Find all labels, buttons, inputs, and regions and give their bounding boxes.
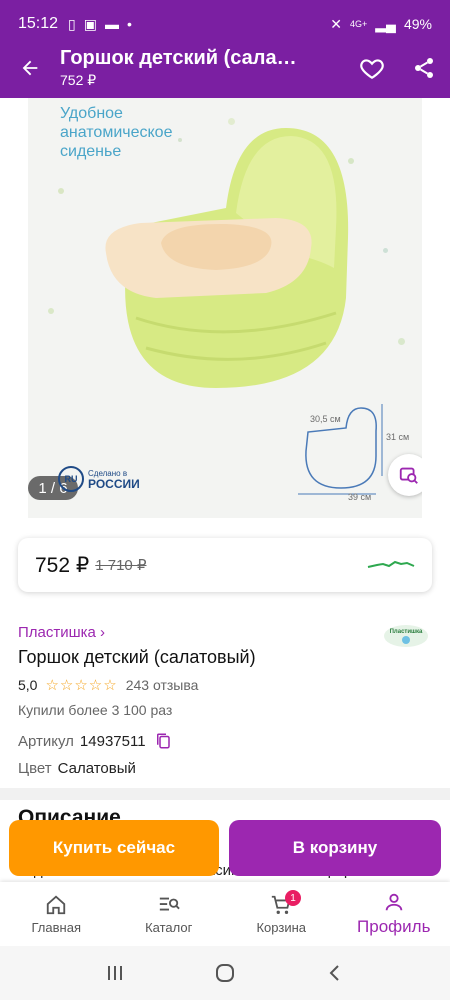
made-in-line2: РОССИИ [88, 476, 140, 491]
dimension-height: 31 см [386, 432, 410, 442]
system-icons: ✕ 4G+ ▂▄ 49% [330, 16, 432, 33]
nav-profile[interactable]: Профиль [338, 882, 450, 946]
bottom-navigation: Главная Каталог 1 Корзина Профиль [0, 882, 450, 946]
price-card[interactable]: 752 ₽ 1 710 ₽ [18, 538, 432, 592]
message-icon: ▬ [105, 16, 119, 32]
nav-home-label: Главная [31, 919, 81, 935]
nav-profile-label: Профиль [357, 917, 431, 936]
status-time: 15:12 [18, 15, 59, 32]
product-photo [105, 128, 349, 388]
made-in-russia-badge: RU Сделано в РОССИИ [58, 466, 140, 492]
back-button[interactable] [0, 38, 60, 98]
favorite-button[interactable] [346, 38, 398, 98]
nav-cart[interactable]: 1 Корзина [225, 882, 338, 946]
dot-icon: • [127, 16, 132, 32]
brand-link[interactable]: Пластишка › [18, 624, 432, 641]
svg-text:Пластишка: Пластишка [390, 629, 423, 635]
bottom-actions: Купить сейчас В корзину [0, 818, 450, 880]
rating-row[interactable]: 5,0 ☆☆☆☆☆ 243 отзыва [18, 676, 432, 694]
article-label: Артикул [18, 732, 74, 750]
back-chevron-icon[interactable] [325, 963, 345, 983]
heart-icon [360, 59, 384, 80]
buy-now-button[interactable]: Купить сейчас [9, 820, 219, 876]
reviews-count[interactable]: 243 отзыва [126, 677, 199, 693]
current-price: 752 ₽ [35, 553, 90, 577]
ru-circle: RU [58, 466, 84, 492]
price-history-sparkline[interactable] [367, 555, 415, 575]
system-navigation-bar [0, 946, 450, 1000]
copy-icon[interactable] [154, 732, 172, 750]
bought-count: Купили более 3 100 раз [18, 702, 173, 718]
home-circle-icon[interactable] [214, 962, 236, 984]
app-bar: Горшок детский (сала… 752 ₽ [0, 38, 450, 98]
brand-logo[interactable]: Пластишка [382, 622, 430, 648]
add-to-cart-button[interactable]: В корзину [229, 820, 441, 876]
rating-value: 5,0 [18, 677, 38, 693]
nav-cart-label: Корзина [256, 919, 307, 935]
color-label: Цвет [18, 760, 52, 777]
old-price: 1 710 ₽ [95, 557, 147, 574]
catalog-search-icon [159, 897, 180, 910]
share-icon [415, 58, 433, 78]
nav-catalog[interactable]: Каталог [113, 882, 226, 946]
notification-icons: ▯ ▣ ▬ • [68, 16, 132, 33]
home-icon [47, 895, 66, 914]
dimension-sketch [298, 404, 383, 495]
page-title: Горшок детский (сала… [60, 47, 297, 69]
page-subtitle-price: 752 ₽ [60, 72, 97, 88]
profile-icon [385, 893, 402, 911]
phone-icon: ▯ [68, 15, 76, 32]
product-info: Пластишка › Пластишка Горшок детский (са… [18, 624, 432, 777]
dimension-length: 39 см [348, 492, 372, 502]
color-value: Салатовый [57, 760, 136, 777]
network-label: 4G+ [350, 19, 368, 29]
cart-badge: 1 [285, 890, 301, 906]
color-row: Цвет Салатовый [18, 760, 432, 777]
mute-icon: ✕ [330, 15, 343, 32]
battery-label: 49% [403, 16, 432, 32]
arrow-left-icon [22, 60, 38, 76]
image-icon: ▣ [83, 15, 97, 32]
share-button[interactable] [398, 38, 450, 98]
nav-catalog-label: Каталог [145, 919, 193, 935]
signal-icon: ▂▄ [375, 15, 396, 32]
section-divider [0, 788, 450, 800]
article-value: 14937511 [79, 732, 146, 750]
recent-apps-icon[interactable] [105, 963, 125, 983]
product-name: Горшок детский (салатовый) [18, 647, 256, 667]
rating-stars: ☆☆☆☆☆ [45, 677, 118, 694]
app-bar-titles: Горшок детский (сала… 752 ₽ [60, 47, 346, 89]
product-image-gallery[interactable]: Удобное анатомическое сиденье 30,5 см 31… [28, 98, 422, 518]
article-row: Артикул 14937511 [18, 732, 432, 750]
dimension-seat: 30,5 см [310, 414, 341, 424]
image-search-icon [399, 467, 418, 484]
find-similar-button[interactable] [388, 454, 422, 496]
nav-home[interactable]: Главная [0, 882, 113, 946]
